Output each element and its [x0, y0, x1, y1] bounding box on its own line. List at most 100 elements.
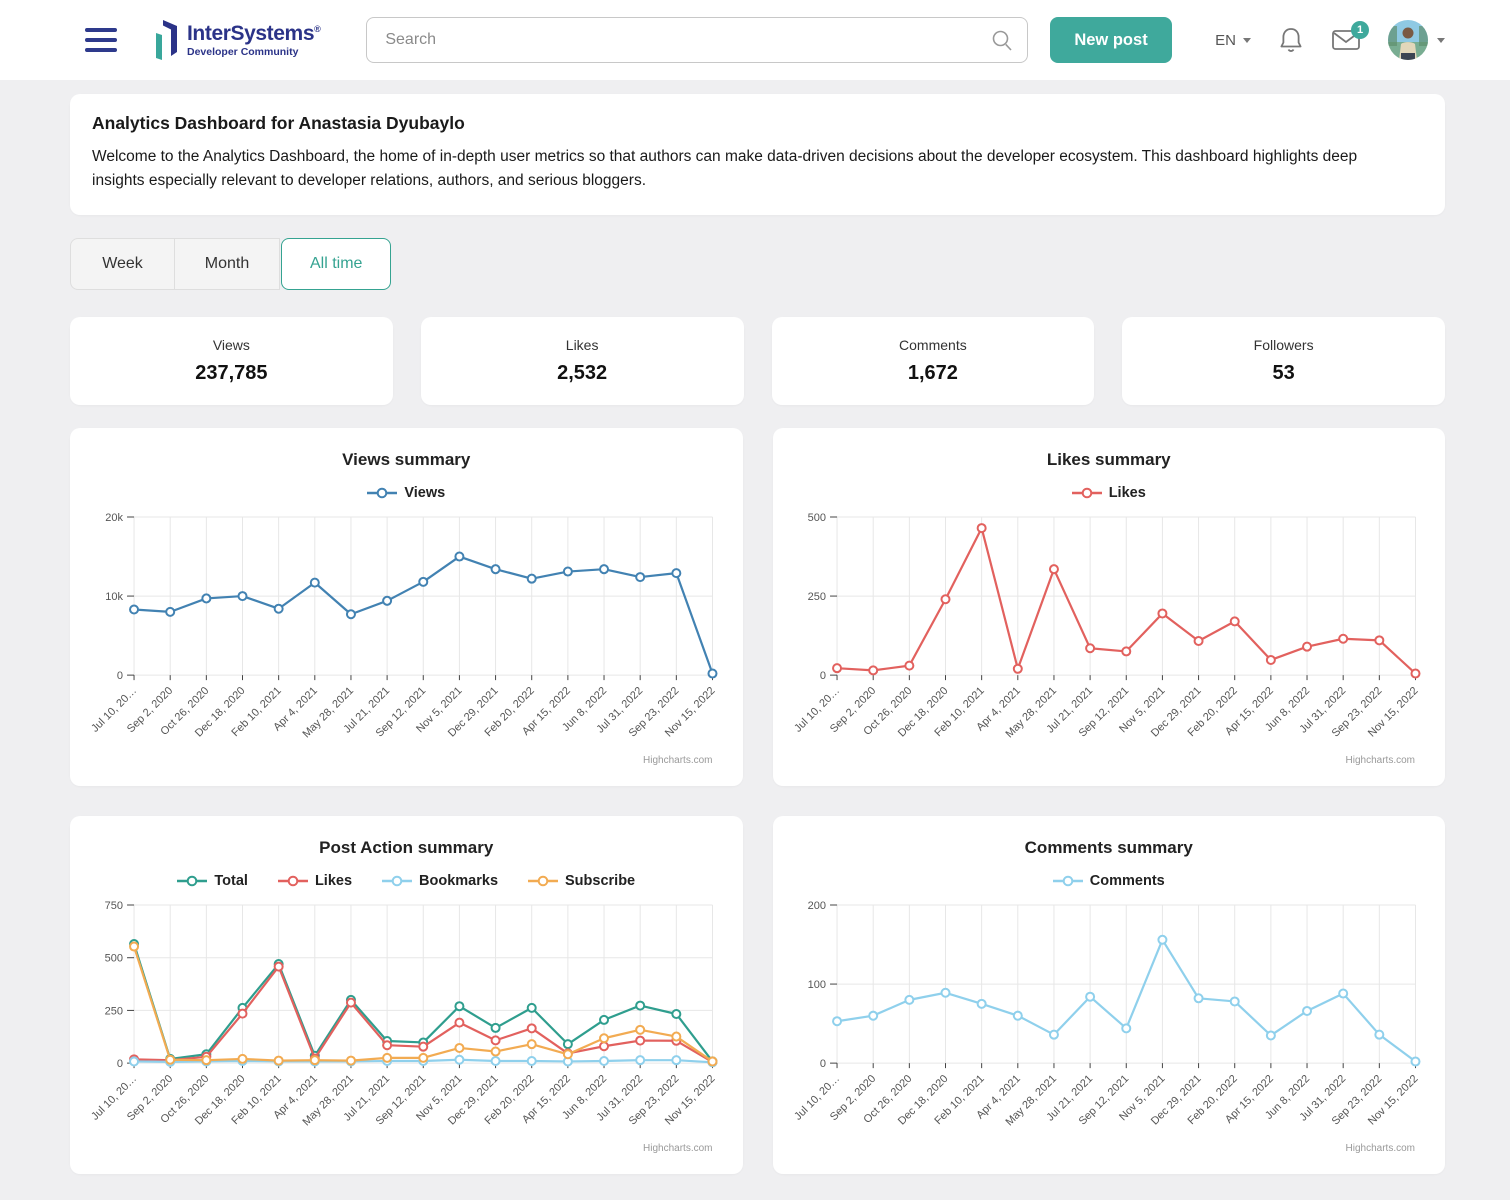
stat-value: 53	[1273, 362, 1295, 385]
legend-marker-icon	[1053, 875, 1083, 887]
legend-item-bookmarks[interactable]: Bookmarks	[382, 873, 498, 889]
mail-badge: 1	[1351, 21, 1369, 39]
legend-item-likes[interactable]: Likes	[278, 873, 352, 889]
svg-text:20k: 20k	[105, 512, 123, 524]
legend-label: Subscribe	[565, 873, 635, 889]
chart-legend: Likes	[793, 485, 1426, 501]
svg-text:0: 0	[117, 670, 123, 682]
charts-grid: Views summary Views 010k20kJul 10, 20…Se…	[70, 428, 1445, 1174]
stat-label: Followers	[1254, 337, 1314, 353]
legend-marker-icon	[367, 487, 397, 499]
tab-all-time[interactable]: All time	[281, 238, 391, 290]
notifications-button[interactable]	[1278, 26, 1304, 54]
legend-item-likes[interactable]: Likes	[1072, 485, 1146, 501]
svg-text:0: 0	[117, 1058, 123, 1070]
legend-label: Total	[214, 873, 248, 889]
legend-marker-icon	[1072, 487, 1102, 499]
intersystems-logo[interactable]: InterSystems® Developer Community	[151, 18, 320, 62]
menu-icon[interactable]	[85, 22, 117, 58]
chart-legend: Comments	[793, 873, 1426, 889]
stat-label: Likes	[566, 337, 599, 353]
legend-item-total[interactable]: Total	[177, 873, 248, 889]
stat-label: Comments	[899, 337, 967, 353]
views-summary-chart: 010k20kJul 10, 20…Sep 2, 2020Oct 26, 202…	[90, 509, 723, 753]
legend-marker-icon	[528, 875, 558, 887]
stat-card-views: Views 237,785	[70, 317, 393, 405]
post-action-summary-chart: 0250500750Jul 10, 20…Sep 2, 2020Oct 26, …	[90, 897, 723, 1141]
bell-icon	[1278, 26, 1304, 54]
legend-label: Likes	[315, 873, 352, 889]
messages-button[interactable]: 1	[1331, 28, 1361, 52]
stat-card-likes: Likes 2,532	[421, 317, 744, 405]
highcharts-credits-link[interactable]: Highcharts.com	[643, 755, 712, 766]
legend-label: Likes	[1109, 485, 1146, 501]
chart-title: Post Action summary	[90, 838, 723, 858]
language-label: EN	[1215, 32, 1236, 49]
legend-item-views[interactable]: Views	[367, 485, 445, 501]
stats-row: Views 237,785 Likes 2,532 Comments 1,672 Follo…	[70, 317, 1445, 405]
svg-text:250: 250	[807, 591, 825, 603]
svg-text:10k: 10k	[105, 591, 123, 603]
svg-text:0: 0	[819, 1058, 825, 1070]
legend-marker-icon	[382, 875, 412, 887]
highcharts-credits-link[interactable]: Highcharts.com	[1346, 1143, 1415, 1154]
brand-subtitle: Developer Community	[187, 46, 320, 58]
comments-summary-chart-card: Comments summary Comments 0100200Jul 10,…	[773, 816, 1446, 1174]
dashboard-main: Analytics Dashboard for Anastasia Dyubay…	[0, 80, 1510, 1174]
time-range-tabs: WeekMonthAll time	[70, 238, 1445, 290]
search-bar	[366, 17, 1028, 63]
legend-marker-icon	[177, 875, 207, 887]
tab-month[interactable]: Month	[175, 238, 280, 290]
legend-label: Bookmarks	[419, 873, 498, 889]
chart-title: Likes summary	[793, 450, 1426, 470]
svg-text:0: 0	[819, 670, 825, 682]
caret-down-icon	[1243, 38, 1251, 43]
stat-value: 1,672	[908, 362, 958, 385]
svg-text:200: 200	[807, 900, 825, 912]
new-post-button[interactable]: New post	[1050, 17, 1171, 63]
avatar[interactable]	[1388, 20, 1428, 60]
page-description: Welcome to the Analytics Dashboard, the …	[92, 145, 1382, 193]
legend-label: Views	[404, 485, 445, 501]
chart-legend: Views	[90, 485, 723, 501]
profile-menu[interactable]	[1388, 20, 1445, 60]
legend-label: Comments	[1090, 873, 1165, 889]
top-navbar: InterSystems® Developer Community New po…	[0, 0, 1510, 80]
legend-item-subscribe[interactable]: Subscribe	[528, 873, 635, 889]
chart-title: Comments summary	[793, 838, 1426, 858]
stat-value: 237,785	[195, 362, 267, 385]
search-input[interactable]	[366, 17, 1028, 63]
page-title: Analytics Dashboard for Anastasia Dyubay…	[92, 113, 1421, 134]
header-right-cluster: EN 1	[1215, 20, 1445, 60]
stat-card-comments: Comments 1,672	[772, 317, 1095, 405]
svg-text:750: 750	[105, 900, 123, 912]
chart-canvas: 0250500750Jul 10, 20…Sep 2, 2020Oct 26, …	[90, 897, 723, 1141]
svg-text:500: 500	[105, 953, 123, 965]
chart-canvas: 0250500Jul 10, 20…Sep 2, 2020Oct 26, 202…	[793, 509, 1426, 753]
caret-down-icon	[1437, 38, 1445, 43]
views-summary-chart-card: Views summary Views 010k20kJul 10, 20…Se…	[70, 428, 743, 786]
language-selector[interactable]: EN	[1215, 32, 1251, 49]
likes-summary-chart-card: Likes summary Likes 0250500Jul 10, 20…Se…	[773, 428, 1446, 786]
chart-canvas: 0100200Jul 10, 20…Sep 2, 2020Oct 26, 202…	[793, 897, 1426, 1141]
brand-name: InterSystems®	[187, 23, 320, 44]
highcharts-credits-link[interactable]: Highcharts.com	[1346, 755, 1415, 766]
registered-mark: ®	[314, 24, 320, 34]
comments-summary-chart: 0100200Jul 10, 20…Sep 2, 2020Oct 26, 202…	[793, 897, 1426, 1141]
svg-text:500: 500	[807, 512, 825, 524]
tab-week[interactable]: Week	[70, 238, 175, 290]
likes-summary-chart: 0250500Jul 10, 20…Sep 2, 2020Oct 26, 202…	[793, 509, 1426, 753]
stat-value: 2,532	[557, 362, 607, 385]
chart-legend: Total Likes Bookmarks Subscribe	[90, 873, 723, 889]
post-action-summary-chart-card: Post Action summary Total Likes Bookmarks S…	[70, 816, 743, 1174]
intersystems-logo-mark	[151, 18, 179, 62]
chart-canvas: 010k20kJul 10, 20…Sep 2, 2020Oct 26, 202…	[90, 509, 723, 753]
stat-label: Views	[213, 337, 250, 353]
dashboard-intro-card: Analytics Dashboard for Anastasia Dyubay…	[70, 94, 1445, 215]
legend-item-comments[interactable]: Comments	[1053, 873, 1165, 889]
search-icon[interactable]	[990, 28, 1014, 52]
chart-title: Views summary	[90, 450, 723, 470]
stat-card-followers: Followers 53	[1122, 317, 1445, 405]
highcharts-credits-link[interactable]: Highcharts.com	[643, 1143, 712, 1154]
legend-marker-icon	[278, 875, 308, 887]
